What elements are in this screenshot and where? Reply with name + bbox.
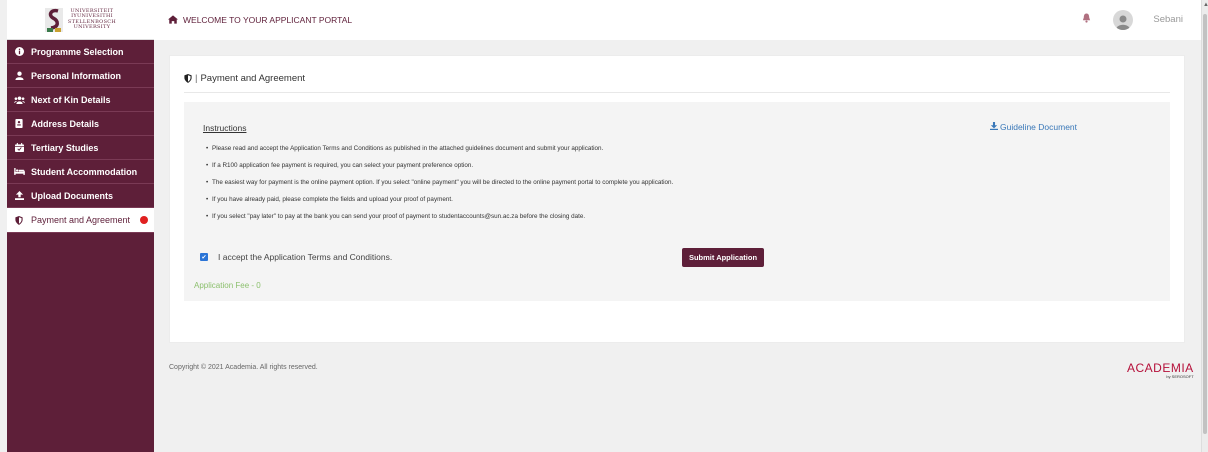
accept-terms-row: ✔ I accept the Application Terms and Con… — [200, 252, 392, 262]
list-item: Please read and accept the Application T… — [206, 145, 673, 162]
sidebar-item-label: Payment and Agreement — [31, 215, 131, 225]
sidebar-item-address-details[interactable]: Address Details — [7, 112, 154, 136]
sidebar-item-next-of-kin[interactable]: Next of Kin Details — [7, 88, 154, 112]
window-edge — [0, 0, 7, 452]
sidebar: UNIVERSITEIT IYUNIVESITHI STELLENBOSCH U… — [7, 0, 154, 452]
scroll-thumb[interactable] — [1203, 14, 1207, 434]
sidebar-item-student-accommodation[interactable]: Student Accommodation — [7, 160, 154, 184]
submit-application-button[interactable]: Submit Application — [682, 248, 764, 267]
card-title: | Payment and Agreement — [184, 73, 305, 84]
instructions-panel: Instructions Guideline Document Please r… — [184, 102, 1170, 301]
sidebar-item-label: Personal Information — [31, 70, 122, 81]
academia-brand: ACADEMIA — [1127, 361, 1194, 375]
guideline-document-link[interactable]: Guideline Document — [990, 122, 1077, 132]
notification-bell-icon[interactable] — [1082, 13, 1091, 26]
welcome-title: WELCOME TO YOUR APPLICANT PORTAL — [183, 15, 353, 25]
instructions-list: Please read and accept the Application T… — [206, 145, 673, 230]
sidebar-item-label: Upload Documents — [31, 190, 114, 201]
app-frame: UNIVERSITEIT IYUNIVESITHI STELLENBOSCH U… — [0, 0, 1208, 452]
scroll-up-icon[interactable]: ▲ — [1203, 2, 1208, 8]
sidebar-item-tertiary-studies[interactable]: Tertiary Studies — [7, 136, 154, 160]
sidebar-item-label: Programme Selection — [31, 46, 124, 57]
sidebar-item-label: Address Details — [31, 118, 100, 129]
application-fee-text: Application Fee - 0 — [194, 281, 261, 290]
academia-logo: ACADEMIA by SEROSOFT — [1127, 361, 1194, 379]
download-icon — [990, 122, 998, 130]
accept-terms-checkbox[interactable]: ✔ — [200, 253, 208, 261]
sidebar-item-upload-documents[interactable]: Upload Documents — [7, 184, 154, 208]
shield-icon — [184, 74, 192, 83]
info-circle-icon — [13, 47, 25, 56]
sidebar-item-label: Next of Kin Details — [31, 94, 111, 105]
sidebar-item-payment-and-agreement[interactable]: Payment and Agreement — [7, 208, 154, 233]
home-icon[interactable] — [168, 14, 178, 26]
incomplete-indicator-dot — [140, 216, 149, 224]
username[interactable]: Sebani — [1153, 14, 1183, 25]
user-avatar[interactable] — [1113, 10, 1133, 30]
divider — [184, 92, 1170, 93]
calendar-icon — [13, 143, 25, 152]
list-item: The easiest way for payment is the onlin… — [206, 179, 673, 196]
logo-text: UNIVERSITEIT IYUNIVESITHI STELLENBOSCH U… — [68, 8, 116, 31]
shield-icon — [13, 215, 25, 225]
page-scrollbar[interactable]: ▲ — [1201, 0, 1208, 452]
instructions-heading: Instructions — [203, 123, 247, 133]
title-separator: | — [195, 73, 198, 84]
university-logo[interactable]: UNIVERSITEIT IYUNIVESITHI STELLENBOSCH U… — [7, 0, 154, 40]
sidebar-item-label: Tertiary Studies — [31, 142, 99, 153]
avatar-person-icon — [1116, 15, 1130, 30]
copyright-text: Copyright © 2021 Academia. All rights re… — [169, 364, 318, 371]
payment-agreement-card: | Payment and Agreement Instructions Gui… — [169, 55, 1185, 343]
upload-icon — [13, 191, 25, 200]
user-icon — [13, 71, 25, 80]
top-bar: WELCOME TO YOUR APPLICANT PORTAL Sebani — [154, 0, 1201, 40]
sidebar-item-label: Student Accommodation — [31, 166, 138, 177]
sidebar-item-personal-information[interactable]: Personal Information — [7, 64, 154, 88]
list-item: If a R100 application fee payment is req… — [206, 162, 673, 179]
accept-terms-label[interactable]: I accept the Application Terms and Condi… — [218, 252, 392, 262]
logo-crest-icon — [44, 7, 63, 32]
list-item: If you select "pay later" to pay at the … — [206, 213, 673, 230]
guideline-link-label: Guideline Document — [1000, 122, 1078, 132]
card-title-text: Payment and Agreement — [200, 73, 306, 84]
sidebar-item-programme-selection[interactable]: Programme Selection — [7, 40, 154, 64]
bed-icon — [13, 168, 25, 175]
address-card-icon — [13, 119, 25, 128]
logo-line: UNIVERSITY — [73, 24, 111, 30]
list-item: If you have already paid, please complet… — [206, 196, 673, 213]
users-icon — [13, 95, 25, 104]
